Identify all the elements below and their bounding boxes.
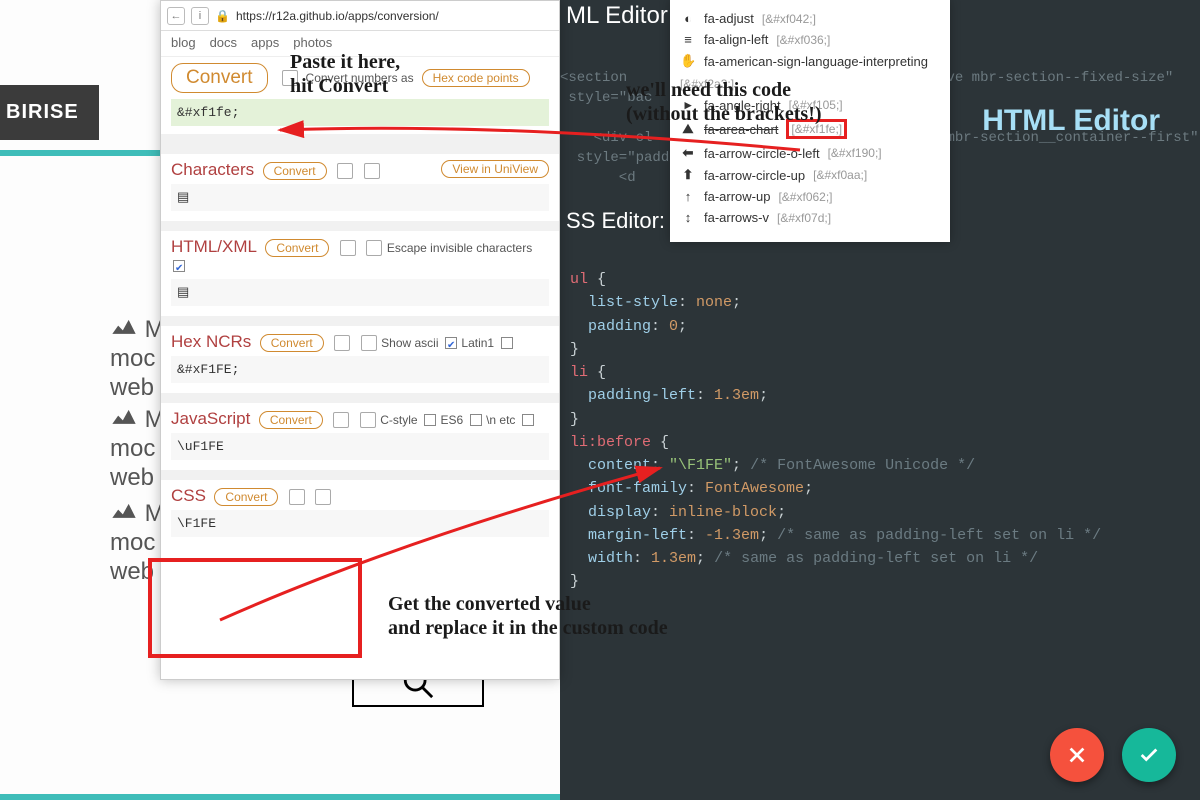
cstyle-checkbox[interactable] [424, 414, 436, 426]
css-editor-label: SS Editor: [560, 206, 671, 236]
javascript-block: JavaScript Convert C-style ES6 \n etc \u… [161, 403, 559, 480]
characters-convert[interactable]: Convert [263, 162, 327, 180]
doc-icon[interactable] [366, 240, 382, 256]
hex-option[interactable]: Hex code points [422, 69, 530, 87]
confirm-button[interactable] [1122, 728, 1176, 782]
fa-row[interactable]: ≡fa-align-left[&#xf036;] [680, 29, 940, 50]
doc-icon[interactable] [360, 412, 376, 428]
area-chart-icon [110, 317, 138, 339]
hexncr-title: Hex NCRs [171, 332, 251, 352]
js-title: JavaScript [171, 409, 250, 429]
mobirise-logo: BIRISE [0, 85, 99, 140]
css-value[interactable]: \F1FE [171, 510, 549, 537]
adjust-icon: ◐ [680, 11, 696, 26]
css-title: CSS [171, 486, 206, 506]
nav-photos[interactable]: photos [293, 35, 332, 50]
htmlxml-title: HTML/XML [171, 237, 257, 257]
check-icon [1138, 744, 1160, 766]
htmlxml-convert[interactable]: Convert [265, 239, 329, 257]
fa-row[interactable]: ↑fa-arrow-up[&#xf062;] [680, 186, 940, 207]
divider [0, 794, 560, 800]
fa-row[interactable]: ⬆fa-arrow-circle-up[&#xf0aa;] [680, 164, 940, 186]
back-button[interactable]: ← [167, 7, 185, 25]
hexncr-block: Hex NCRs Convert Show ascii Latin1 &#xF1… [161, 326, 559, 403]
fa-row[interactable]: ↕fa-arrows-v[&#xf07d;] [680, 207, 940, 228]
css-convert[interactable]: Convert [214, 488, 278, 506]
arrow-circle-left-icon: ⬅ [680, 145, 696, 161]
align-left-icon: ≡ [680, 32, 696, 47]
convert-button[interactable]: Convert [171, 63, 268, 93]
fa-row[interactable]: ⬅fa-arrow-circle-o-left[&#xf190;] [680, 142, 940, 164]
doc-icon[interactable] [315, 489, 331, 505]
htmlxml-value[interactable]: ▤ [171, 279, 549, 306]
copy-icon[interactable] [333, 412, 349, 428]
showascii-checkbox[interactable] [445, 337, 457, 349]
cstyle-label: C-style [380, 413, 417, 427]
doc-icon[interactable] [361, 335, 377, 351]
escape-label: Escape invisible characters [387, 241, 532, 255]
escape-checkbox[interactable] [173, 260, 185, 272]
area-chart-icon [110, 501, 138, 523]
characters-block: Characters Convert View in UniView ▤ [161, 154, 559, 231]
copy-icon[interactable] [289, 489, 305, 505]
annotation-text: Get the converted value and replace it i… [388, 592, 668, 640]
convert-input[interactable]: &#xf1fe; [171, 99, 549, 126]
asl-icon: ✋ [680, 53, 696, 69]
nav-blog[interactable]: blog [171, 35, 196, 50]
latin1-label: Latin1 [461, 336, 494, 350]
fa-row[interactable]: ◐fa-adjust[&#xf042;] [680, 8, 940, 29]
html-code-line: <d [560, 170, 636, 186]
annotation-text: Paste it here, hit Convert [290, 50, 400, 98]
html-code-line: style="padd [560, 150, 669, 166]
netc-label: \n etc [486, 413, 515, 427]
arrow-up-icon: ↑ [680, 189, 696, 204]
url-text[interactable]: https://r12a.github.io/apps/conversion/ [236, 9, 553, 23]
annotation-highlight [148, 558, 362, 658]
css-editor-code[interactable]: ul { list-style: none; padding: 0; } li … [570, 268, 1190, 740]
showascii-label: Show ascii [381, 336, 438, 350]
hexncr-convert[interactable]: Convert [260, 334, 324, 352]
view-uniview[interactable]: View in UniView [441, 160, 549, 178]
characters-title: Characters [171, 160, 254, 180]
address-bar: ← i 🔒 https://r12a.github.io/apps/conver… [161, 1, 559, 31]
es6-label: ES6 [440, 413, 463, 427]
js-value[interactable]: \uF1FE [171, 433, 549, 460]
nav-docs[interactable]: docs [210, 35, 237, 50]
arrows-v-icon: ↕ [680, 210, 696, 225]
latin1-checkbox[interactable] [501, 337, 513, 349]
nav-apps[interactable]: apps [251, 35, 279, 50]
copy-icon[interactable] [334, 335, 350, 351]
lock-icon: 🔒 [215, 9, 230, 23]
cancel-button[interactable] [1050, 728, 1104, 782]
area-chart-icon [110, 407, 138, 429]
copy-icon[interactable] [340, 240, 356, 256]
info-button[interactable]: i [191, 7, 209, 25]
htmlxml-block: HTML/XML Convert Escape invisible charac… [161, 231, 559, 326]
css-block: CSS Convert \F1FE [161, 480, 559, 547]
hexncr-value[interactable]: &#xF1FE; [171, 356, 549, 383]
copy-icon[interactable] [337, 163, 353, 179]
netc-checkbox[interactable] [522, 414, 534, 426]
arrow-circle-up-icon: ⬆ [680, 167, 696, 183]
es6-checkbox[interactable] [470, 414, 482, 426]
characters-value[interactable]: ▤ [171, 184, 549, 211]
js-convert[interactable]: Convert [259, 411, 323, 429]
close-icon [1066, 744, 1088, 766]
doc-icon[interactable] [364, 163, 380, 179]
annotation-text: we'll need this code (without the bracke… [626, 78, 822, 126]
html-editor-label: ML Editor: [560, 0, 680, 32]
